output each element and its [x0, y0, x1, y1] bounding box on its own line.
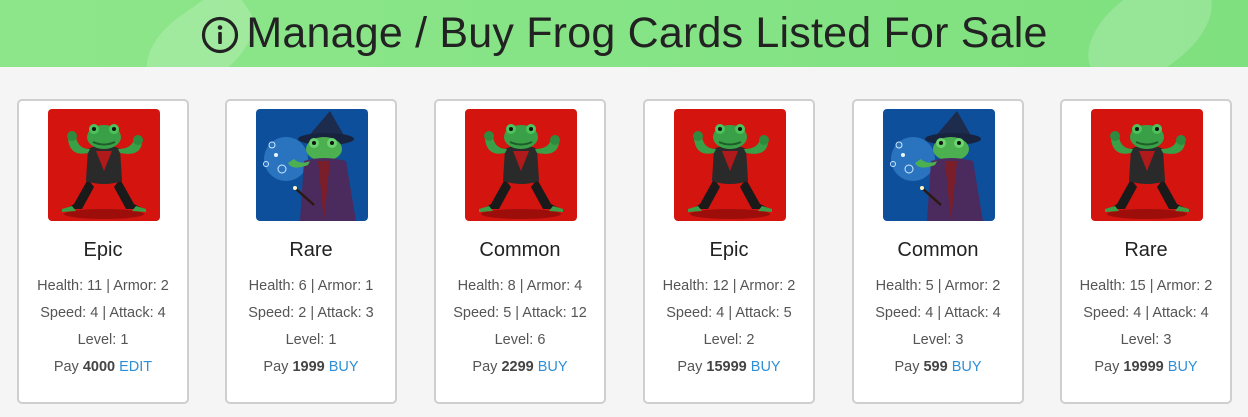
- card-image: [48, 109, 160, 221]
- frog-card: Epic Health: 11 | Armor: 2 Speed: 4 | At…: [17, 99, 189, 404]
- card-rarity: Rare: [1124, 239, 1168, 261]
- card-price-row: Pay 599 BUY: [854, 359, 1022, 375]
- card-speed-attack: Speed: 4 | Attack: 4: [40, 305, 166, 321]
- pay-label: Pay: [1094, 359, 1120, 375]
- edit-button[interactable]: EDIT: [119, 359, 152, 375]
- card-price-row: Pay 19999 BUY: [1062, 359, 1230, 375]
- frog-card: Common Health: 8 | Armor: 4 Speed: 5 | A…: [434, 99, 606, 404]
- warrior-frog-icon: [1091, 109, 1203, 221]
- card-health-armor: Health: 12 | Armor: 2: [662, 278, 796, 294]
- card-price: 599: [923, 359, 948, 375]
- buy-button[interactable]: BUY: [538, 359, 568, 375]
- card-price-row: Pay 1999 BUY: [227, 359, 395, 375]
- card-health-armor: Health: 6 | Armor: 1: [248, 278, 374, 294]
- card-rarity: Epic: [83, 239, 123, 261]
- buy-button[interactable]: BUY: [751, 359, 781, 375]
- card-level: Level: 3: [1120, 332, 1172, 348]
- header-banner: Manage / Buy Frog Cards Listed For Sale: [0, 0, 1248, 67]
- card-image: [465, 109, 577, 221]
- pay-label: Pay: [263, 359, 289, 375]
- buy-button[interactable]: BUY: [1168, 359, 1198, 375]
- info-icon: [202, 16, 239, 53]
- card-rarity: Rare: [289, 239, 333, 261]
- card-price-row: Pay 15999 BUY: [645, 359, 813, 375]
- card-image: [674, 109, 786, 221]
- buy-button[interactable]: BUY: [329, 359, 359, 375]
- card-price: 4000: [82, 359, 116, 375]
- warrior-frog-icon: [48, 109, 160, 221]
- card-speed-attack: Speed: 2 | Attack: 3: [248, 305, 374, 321]
- page-title: Manage / Buy Frog Cards Listed For Sale: [246, 9, 1048, 57]
- card-speed-attack: Speed: 4 | Attack: 4: [1083, 305, 1209, 321]
- card-speed-attack: Speed: 4 | Attack: 5: [666, 305, 792, 321]
- card-rarity: Common: [897, 239, 979, 261]
- pay-label: Pay: [894, 359, 920, 375]
- card-level: Level: 1: [285, 332, 337, 348]
- card-level: Level: 3: [912, 332, 964, 348]
- card-image: [256, 109, 368, 221]
- card-health-armor: Health: 11 | Armor: 2: [37, 278, 169, 294]
- pay-label: Pay: [677, 359, 703, 375]
- card-price: 19999: [1123, 359, 1164, 375]
- card-level: Level: 2: [703, 332, 755, 348]
- wizard-frog-icon: [256, 109, 368, 221]
- card-price: 2299: [501, 359, 534, 375]
- frog-card: Rare Health: 15 | Armor: 2 Speed: 4 | At…: [1060, 99, 1232, 404]
- card-price: 15999: [706, 359, 747, 375]
- buy-button[interactable]: BUY: [952, 359, 982, 375]
- frog-card: Rare Health: 6 | Armor: 1 Speed: 2 | Att…: [225, 99, 397, 404]
- card-health-armor: Health: 5 | Armor: 2: [875, 278, 1001, 294]
- card-image: [1091, 109, 1203, 221]
- card-rarity: Common: [479, 239, 561, 261]
- warrior-frog-icon: [674, 109, 786, 221]
- card-level: Level: 6: [494, 332, 546, 348]
- warrior-frog-icon: [465, 109, 577, 221]
- frog-card: Epic Health: 12 | Armor: 2 Speed: 4 | At…: [643, 99, 815, 404]
- frog-card: Common Health: 5 | Armor: 2 Speed: 4 | A…: [852, 99, 1024, 404]
- card-speed-attack: Speed: 4 | Attack: 4: [875, 305, 1001, 321]
- wizard-frog-icon: [883, 109, 995, 221]
- card-level: Level: 1: [77, 332, 129, 348]
- card-price-row: Pay 4000 EDIT: [19, 359, 187, 375]
- card-health-armor: Health: 8 | Armor: 4: [457, 278, 583, 294]
- card-image: [883, 109, 995, 221]
- card-speed-attack: Speed: 5 | Attack: 12: [453, 305, 587, 321]
- card-rarity: Epic: [709, 239, 749, 261]
- pay-label: Pay: [53, 359, 79, 375]
- card-health-armor: Health: 15 | Armor: 2: [1079, 278, 1213, 294]
- pay-label: Pay: [472, 359, 498, 375]
- card-price: 1999: [292, 359, 325, 375]
- card-price-row: Pay 2299 BUY: [436, 359, 604, 375]
